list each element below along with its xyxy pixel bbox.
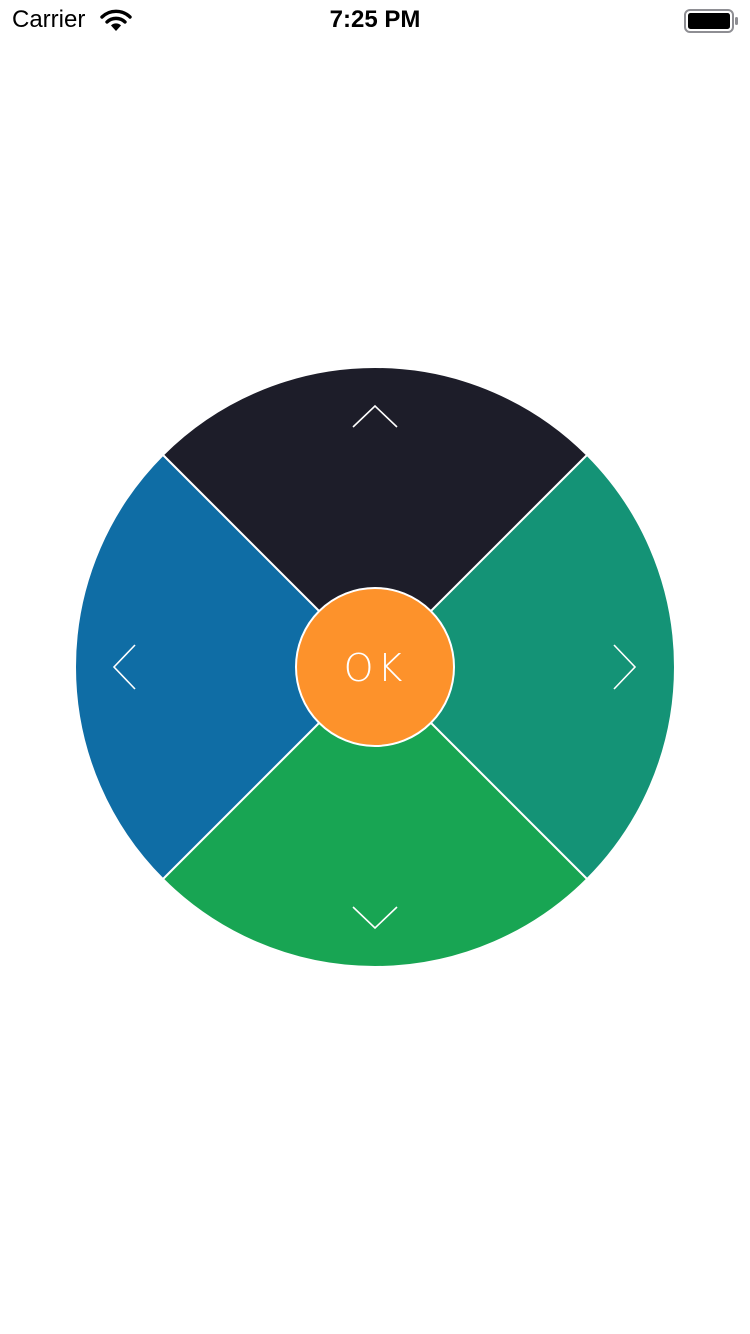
- status-bar: Carrier 7:25 PM: [0, 0, 750, 40]
- ok-button[interactable]: OK: [295, 587, 455, 747]
- status-time: 7:25 PM: [329, 6, 421, 33]
- direction-pad: OK: [75, 367, 675, 967]
- ok-label: OK: [344, 646, 407, 690]
- battery-icon: [684, 9, 738, 33]
